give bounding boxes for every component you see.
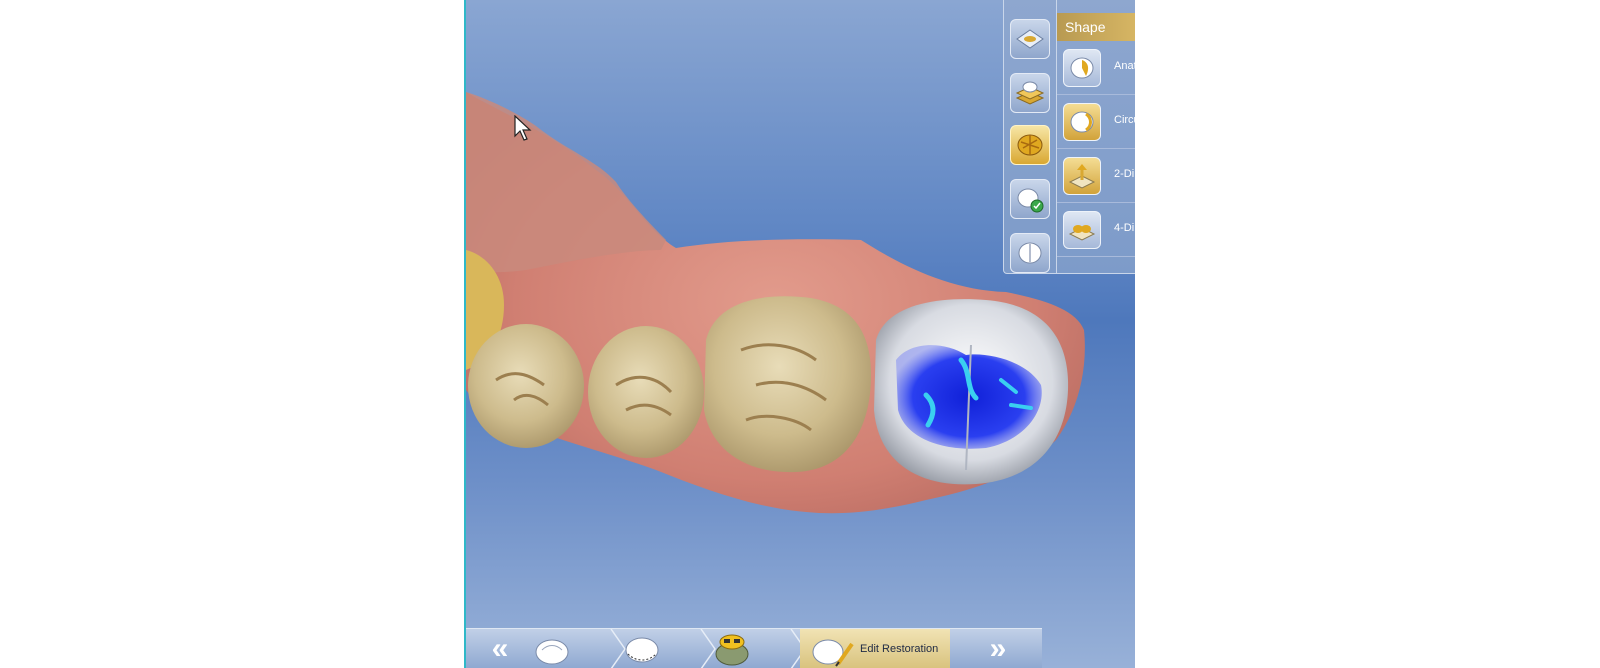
tooth-check-icon xyxy=(1017,188,1044,213)
shape-tool-icon xyxy=(1017,134,1043,156)
section-header-shape: Shape xyxy=(1057,13,1135,41)
step-label-edit-restoration: Edit Restoration xyxy=(860,643,939,655)
four-dimensional-shape-icon xyxy=(1068,225,1096,241)
tool-rail xyxy=(1004,0,1057,273)
tool-panel: Shape Anat Circu xyxy=(1003,0,1135,274)
layers-icon xyxy=(1015,81,1045,105)
rail-tool-margin[interactable] xyxy=(1010,19,1050,59)
mouse-cursor-icon xyxy=(514,115,532,141)
preparation-margin-icon xyxy=(1016,29,1044,49)
shape-tool-4d[interactable]: 4-Di xyxy=(1057,205,1135,257)
propose-icon xyxy=(715,634,749,666)
tooth-premolar-1 xyxy=(468,324,584,448)
next-arrow-label: » xyxy=(989,632,1006,665)
shape-label-4d: 4-Di xyxy=(1114,222,1135,234)
shape-icon-frame xyxy=(1063,157,1101,195)
step-propose[interactable] xyxy=(708,629,806,668)
rail-tool-shape[interactable] xyxy=(1010,125,1050,165)
rail-tool-check[interactable] xyxy=(1010,179,1050,219)
margin-icon xyxy=(625,637,659,663)
next-step-button[interactable]: » xyxy=(964,629,1024,668)
shape-label-2d: 2-Di xyxy=(1114,168,1135,180)
shape-label-circular: Circu xyxy=(1114,114,1135,126)
rail-tool-layers[interactable] xyxy=(1010,73,1050,113)
previous-arrow-label: « xyxy=(491,632,508,665)
workflow-step-bar: « Edit Restoration » xyxy=(466,628,1042,668)
step-edit-restoration[interactable]: Edit Restoration xyxy=(800,629,950,668)
shape-label-anatomic: Anat xyxy=(1114,60,1135,72)
tissue-edge xyxy=(466,92,666,273)
rail-tool-split[interactable] xyxy=(1010,233,1050,273)
step-margin[interactable] xyxy=(618,629,716,668)
shape-tool-anatomic[interactable]: Anat xyxy=(1057,43,1135,95)
two-dimensional-shape-icon xyxy=(1068,164,1096,189)
shape-tool-2d[interactable]: 2-Di xyxy=(1057,151,1135,203)
3d-viewport[interactable]: Shape Anat Circu xyxy=(464,0,1135,668)
anatomic-shape-icon xyxy=(1070,57,1094,79)
tooth-split-icon xyxy=(1018,242,1042,264)
step-prepare-model[interactable] xyxy=(528,629,626,668)
edit-restoration-icon xyxy=(812,639,854,667)
prepare-model-icon xyxy=(535,639,569,665)
tooth-premolar-2 xyxy=(588,326,704,458)
shape-icon-frame xyxy=(1063,103,1101,141)
shape-icon-frame xyxy=(1063,211,1101,249)
shape-tool-circular[interactable]: Circu xyxy=(1057,97,1135,149)
previous-step-button[interactable]: « xyxy=(466,629,526,668)
circular-shape-icon xyxy=(1070,111,1094,133)
shape-icon-frame xyxy=(1063,49,1101,87)
